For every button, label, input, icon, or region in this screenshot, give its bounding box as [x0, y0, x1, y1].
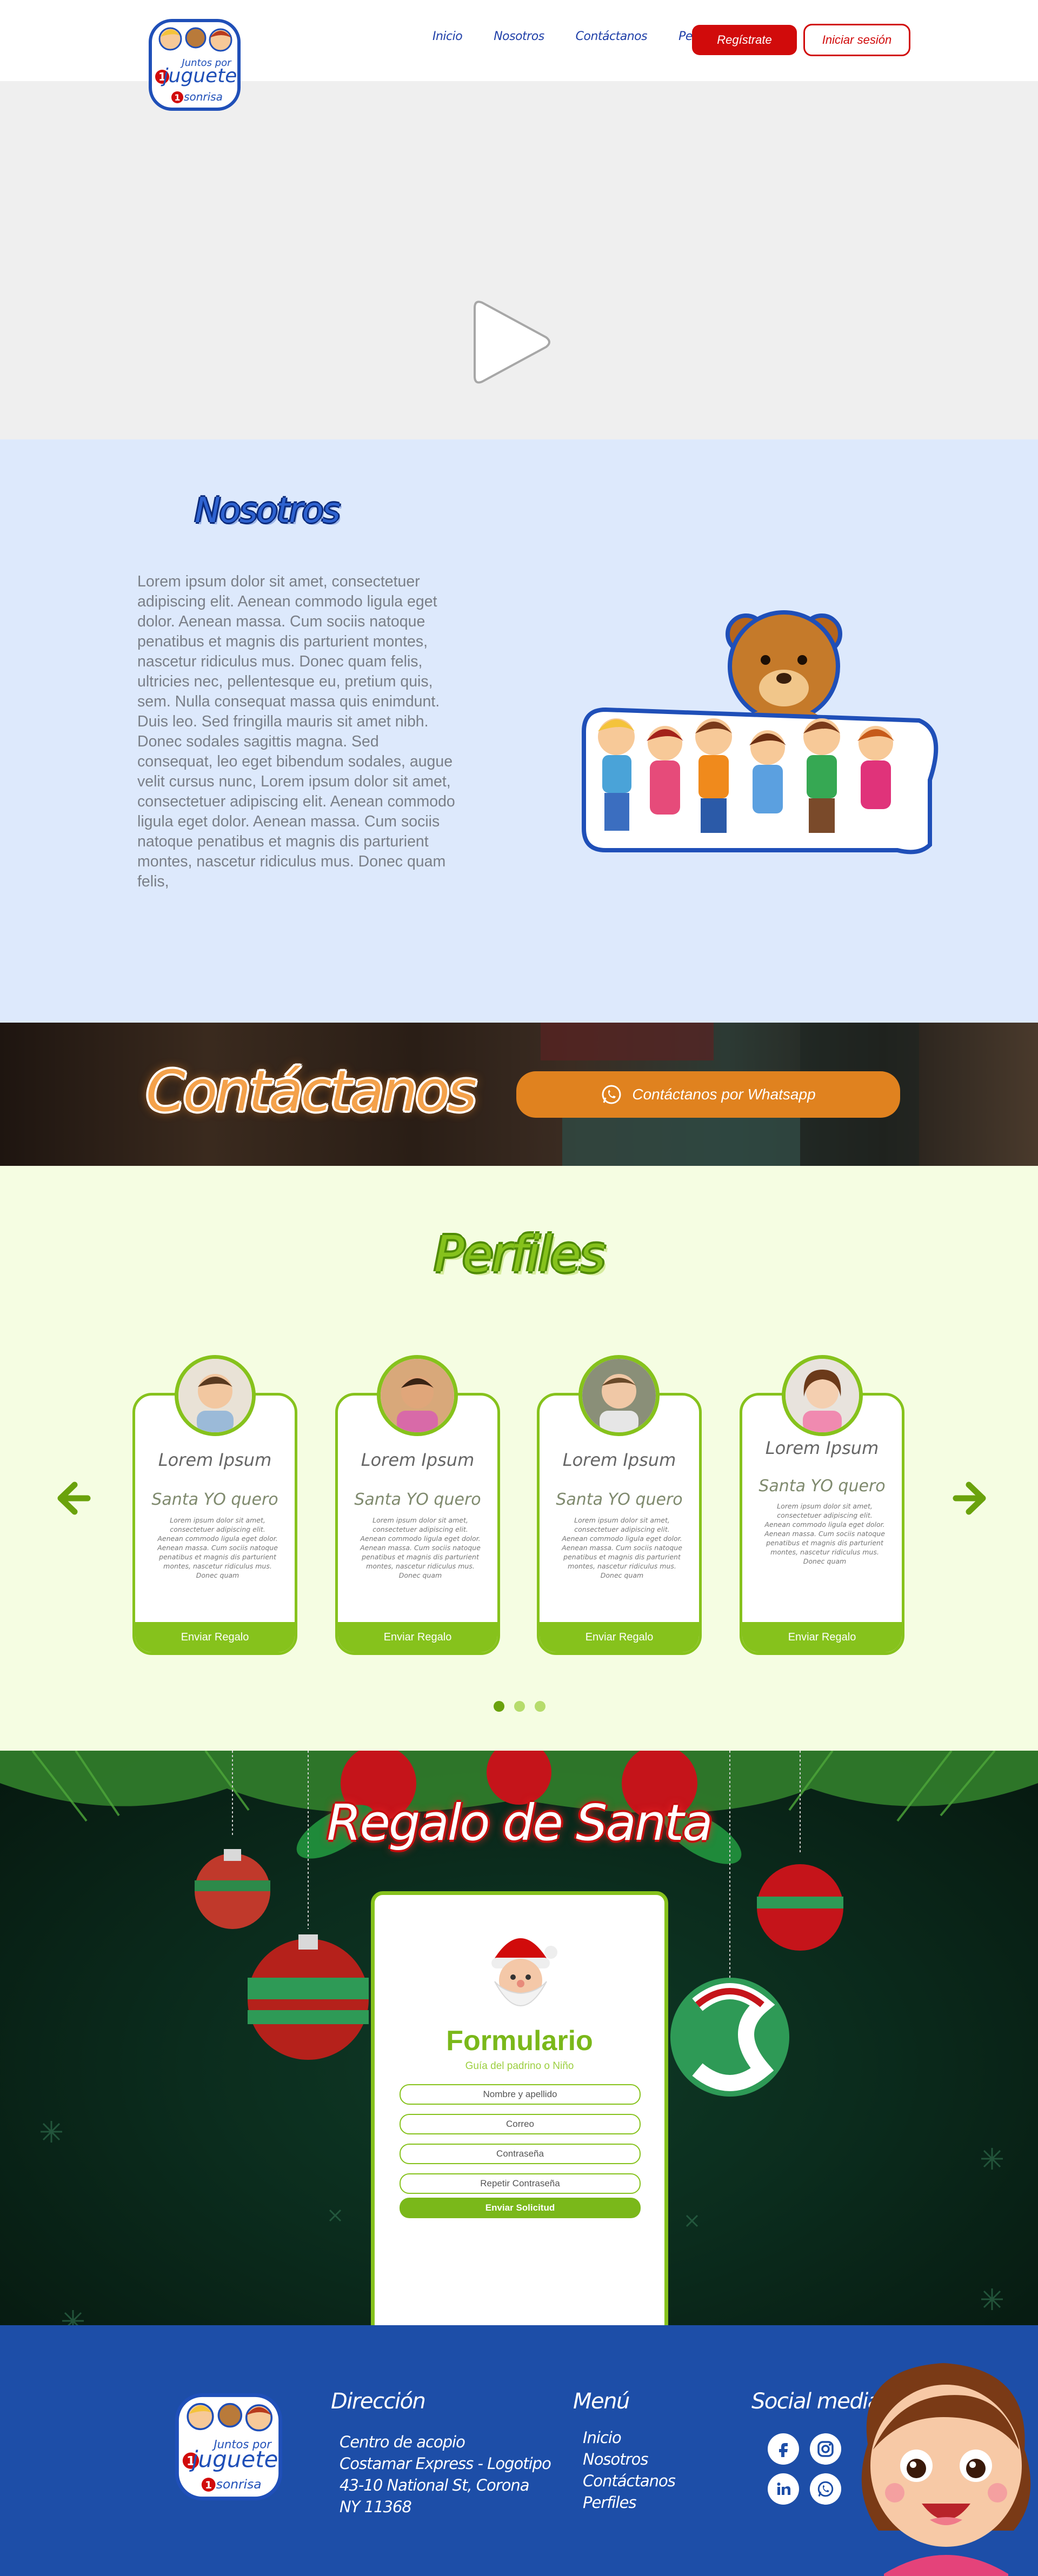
profile-description: Lorem ipsum dolor sit amet, consectetuer…: [157, 1516, 278, 1579]
profile-wish: Santa YO quero: [151, 1490, 278, 1509]
contact-title: Contáctanos: [146, 1058, 477, 1124]
address-line: 43-10 National St, Corona: [340, 2476, 530, 2494]
footer-logo[interactable]: Juntos por 1 juguete 1 sonrisa: [172, 2390, 285, 2504]
nosotros-title: Nosotros: [195, 491, 340, 531]
footer-logo-text-one-2: 1: [205, 2480, 212, 2491]
email-input[interactable]: [400, 2114, 641, 2134]
logo-text-main: juguete: [161, 65, 237, 87]
address-line: Centro de acopio: [340, 2433, 465, 2451]
profile-avatar: [377, 1355, 458, 1436]
footer-logo-text-main: juguete: [189, 2446, 278, 2472]
nav-link-contactanos[interactable]: Contáctanos: [576, 30, 648, 43]
footer-menu-contactanos[interactable]: Contáctanos: [583, 2470, 676, 2492]
whatsapp-button-label: Contáctanos por Whatsapp: [632, 1086, 816, 1103]
password-input[interactable]: [400, 2144, 641, 2164]
profile-avatar: [175, 1355, 256, 1436]
login-button[interactable]: Iniciar sesión: [803, 24, 910, 56]
profile-description: Lorem ipsum dolor sit amet, consectetuer…: [562, 1516, 682, 1579]
contact-banner: Contáctanos Contáctanos por Whatsapp: [0, 1023, 1038, 1166]
pagination-dot[interactable]: [494, 1701, 504, 1712]
nosotros-section: Nosotros Lorem ipsum dolor sit amet, con…: [0, 439, 1038, 1023]
send-gift-button[interactable]: Enviar Regalo: [135, 1622, 295, 1652]
footer-menu-inicio[interactable]: Inicio: [583, 2427, 675, 2448]
nosotros-body: Lorem ipsum dolor sit amet, consectetuer…: [137, 573, 455, 890]
girl-illustration: [861, 2363, 1031, 2576]
kids-bear-illustration: [582, 610, 939, 855]
footer-logo-text-bottom: sonrisa: [216, 2477, 262, 2492]
profile-avatar: [782, 1355, 863, 1436]
nav-link-nosotros[interactable]: Nosotros: [494, 30, 544, 43]
main-nav: Inicio Nosotros Contáctanos Perfiles: [432, 30, 720, 43]
repeat-password-input[interactable]: [400, 2173, 641, 2194]
santa-icon: [491, 1938, 557, 2006]
form-subtitle: Guía del padrino o Niño: [465, 2060, 574, 2072]
address-block: Centro de acopio Costamar Express - Logo…: [340, 2431, 551, 2518]
submit-request-button[interactable]: Enviar Solicitud: [400, 2198, 641, 2218]
profile-wish: Santa YO quero: [758, 1477, 886, 1496]
menu-heading: Menú: [573, 2389, 630, 2414]
profile-description: Lorem ipsum dolor sit amet, consectetuer…: [764, 1502, 885, 1565]
profile-avatar: [578, 1355, 660, 1436]
footer-menu-perfiles[interactable]: Perfiles: [583, 2492, 675, 2513]
arrow-right-icon[interactable]: [953, 1479, 990, 1517]
regalo-section: Regalo de Santa Formulario Guía del padr…: [0, 1751, 1038, 2325]
profile-wish: Santa YO quero: [556, 1490, 683, 1509]
address-line: NY 11368: [340, 2498, 412, 2516]
arrow-left-icon[interactable]: [53, 1479, 91, 1517]
footer-menu: Inicio Nosotros Contáctanos Perfiles: [583, 2427, 676, 2513]
name-input[interactable]: [400, 2084, 641, 2105]
address-line: Costamar Express - Logotipo: [340, 2454, 551, 2473]
pagination-dot[interactable]: [535, 1701, 545, 1712]
site-footer: Juntos por 1 juguete 1 sonrisa Dirección…: [0, 2325, 1038, 2576]
profile-name: Lorem Ipsum: [765, 1438, 879, 1458]
carousel-pagination: [494, 1701, 545, 1712]
profile-name: Lorem Ipsum: [158, 1450, 272, 1470]
nav-link-inicio[interactable]: Inicio: [432, 30, 463, 43]
profile-description: Lorem ipsum dolor sit amet, consectetuer…: [360, 1516, 481, 1579]
whatsapp-icon: [602, 1085, 621, 1104]
profile-name: Lorem Ipsum: [562, 1450, 676, 1470]
facebook-icon[interactable]: [768, 2433, 799, 2465]
site-logo[interactable]: Juntos por 1 juguete 1 sonrisa: [146, 16, 243, 114]
whatsapp-contact-button[interactable]: Contáctanos por Whatsapp: [516, 1071, 900, 1118]
send-gift-button[interactable]: Enviar Regalo: [742, 1622, 902, 1652]
register-button[interactable]: Regístrate: [692, 25, 797, 55]
send-gift-button[interactable]: Enviar Regalo: [540, 1622, 699, 1652]
pagination-dot[interactable]: [514, 1701, 525, 1712]
profile-name: Lorem Ipsum: [361, 1450, 475, 1470]
footer-menu-nosotros[interactable]: Nosotros: [583, 2448, 675, 2470]
profile-wish: Santa YO quero: [354, 1490, 481, 1509]
request-form: Formulario Guía del padrino o Niño Envia…: [371, 1891, 668, 2325]
logo-text-bottom: sonrisa: [184, 90, 223, 103]
address-heading: Dirección: [331, 2389, 426, 2414]
form-title: Formulario: [446, 2025, 593, 2057]
regalo-title: Regalo de Santa: [327, 1794, 713, 1852]
perfiles-section: Perfiles Lorem Ipsum Santa YO quero Lore…: [0, 1166, 1038, 1751]
logo-text-one-2: 1: [174, 92, 180, 103]
video-section[interactable]: [0, 81, 1038, 439]
perfiles-title: Perfiles: [434, 1225, 606, 1283]
play-icon[interactable]: [470, 297, 551, 387]
linkedin-icon[interactable]: [768, 2473, 799, 2505]
send-gift-button[interactable]: Enviar Regalo: [338, 1622, 497, 1652]
